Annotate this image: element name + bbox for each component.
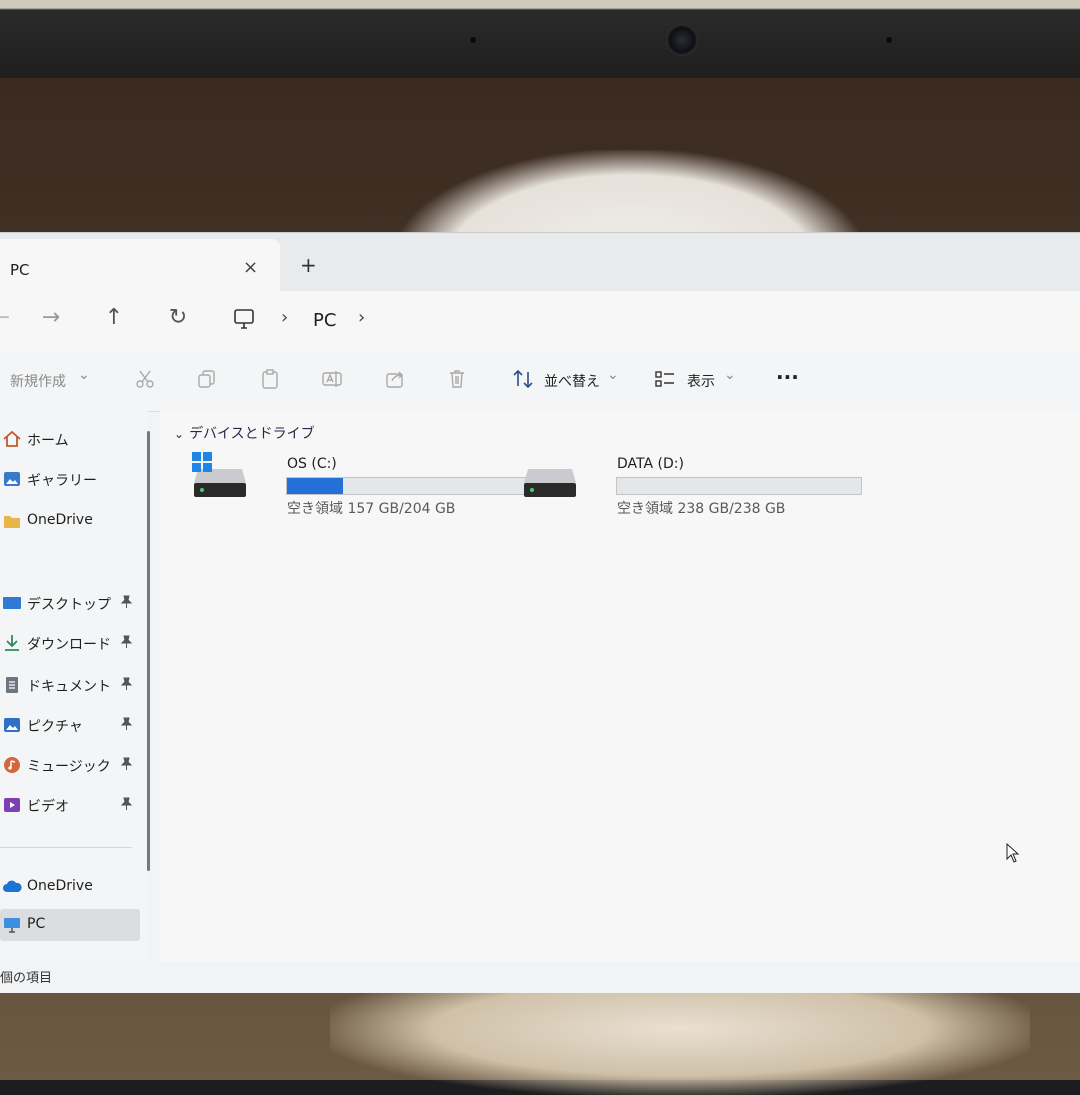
sidebar-item-download[interactable]: ダウンロード xyxy=(0,627,140,659)
command-bar: 新規作成 ⌄ 並べ替え ⌄ 表示 ⌄ ··· xyxy=(0,351,1080,412)
sidebar-item-pc[interactable]: PC xyxy=(0,909,140,941)
copy-icon[interactable] xyxy=(196,368,218,390)
sidebar-item-label: ミュージック xyxy=(27,759,111,775)
sidebar-item-gallery[interactable]: ギャラリー xyxy=(0,463,140,495)
mouse-cursor-icon xyxy=(1006,842,1020,867)
drive-item[interactable]: OS (C:) 空き領域 157 GB/204 GB xyxy=(190,451,532,521)
up-button[interactable]: ↑ xyxy=(99,305,129,330)
new-tab-button[interactable]: + xyxy=(300,253,317,277)
share-icon[interactable] xyxy=(384,368,406,390)
sidebar-item-label: PC xyxy=(27,916,46,932)
laptop-bezel xyxy=(0,0,1080,78)
chevron-down-icon: ⌄ xyxy=(174,427,185,441)
music-icon xyxy=(2,755,22,775)
status-bar: 個の項目 xyxy=(0,961,1080,993)
view-button[interactable]: 表示 xyxy=(687,371,715,391)
sidebar-item-label: ダウンロード xyxy=(27,637,111,653)
paste-icon[interactable] xyxy=(259,368,281,390)
drive-name: DATA (D:) xyxy=(617,456,684,472)
cut-icon[interactable] xyxy=(134,368,156,390)
delete-icon[interactable] xyxy=(446,368,468,390)
sidebar-item-document[interactable]: ドキュメント xyxy=(0,669,140,701)
address-bar: ← → ↑ ↻ › PC › xyxy=(0,291,1080,352)
breadcrumb-pc[interactable]: PC xyxy=(313,310,336,331)
sidebar-item-home[interactable]: ホーム xyxy=(0,423,140,455)
pin-icon[interactable] xyxy=(120,757,133,774)
chevron-down-icon: ⌄ xyxy=(607,367,619,383)
chevron-right-icon[interactable]: › xyxy=(281,307,288,328)
document-icon xyxy=(2,675,22,695)
view-icon[interactable] xyxy=(654,368,676,390)
tab-title: PC xyxy=(10,261,30,279)
drive-free-space: 空き領域 157 GB/204 GB xyxy=(287,501,456,517)
item-count: 個の項目 xyxy=(0,971,53,986)
pin-icon[interactable] xyxy=(120,717,133,734)
sidebar-item-label: OneDrive xyxy=(27,878,93,894)
navigation-pane: ホームギャラリー OneDrive デスクトップ ダウンロード ドキュメント ピクチャミュ… xyxy=(0,411,150,961)
sidebar-item-label: OneDrive xyxy=(27,512,93,528)
back-button[interactable]: ← xyxy=(0,305,16,330)
pc-icon xyxy=(2,915,22,935)
chevron-down-icon: ⌄ xyxy=(724,367,736,383)
tab-pc[interactable]: PC × xyxy=(0,239,280,291)
chevron-down-icon: ⌄ xyxy=(78,367,90,383)
group-header-label: デバイスとドライブ xyxy=(189,426,315,442)
sidebar-item-desktop[interactable]: デスクトップ xyxy=(0,587,140,619)
drive-name: OS (C:) xyxy=(287,456,337,472)
monitor-icon[interactable] xyxy=(232,307,256,335)
sidebar-item-label: デスクトップ xyxy=(27,597,111,613)
sort-button[interactable]: 並べ替え xyxy=(544,371,600,391)
close-icon[interactable]: × xyxy=(243,257,258,278)
sidebar-item-pictures[interactable]: ピクチャ xyxy=(0,709,140,741)
sidebar-item-label: ホーム xyxy=(27,433,69,449)
hard-drive-icon xyxy=(192,452,248,503)
desktop-icon xyxy=(2,593,22,613)
webcam xyxy=(666,24,698,56)
file-explorer-window: PC × + ← → ↑ ↻ › PC › 新規作成 ⌄ 並べ替え ⌄ 表示 ⌄… xyxy=(0,232,1080,993)
pictures-icon xyxy=(2,715,22,735)
chevron-right-icon[interactable]: › xyxy=(358,307,365,328)
sidebar-item-cloud[interactable]: OneDrive xyxy=(0,871,140,903)
group-header-devices[interactable]: ⌄ デバイスとドライブ xyxy=(174,423,315,443)
home-icon xyxy=(2,429,22,449)
sidebar-item-folder[interactable]: OneDrive xyxy=(0,505,140,537)
sensor-dot xyxy=(470,37,476,43)
rename-icon[interactable] xyxy=(321,368,343,390)
sidebar-item-label: ビデオ xyxy=(27,799,69,815)
pin-icon[interactable] xyxy=(120,595,133,612)
drive-usage-bar xyxy=(616,477,862,495)
cloud-icon xyxy=(2,877,22,897)
drive-item[interactable]: DATA (D:) 空き領域 238 GB/238 GB xyxy=(520,451,862,521)
sensor-dot xyxy=(886,37,892,43)
wallpaper-dog-fur xyxy=(330,985,1030,1095)
sidebar-item-video[interactable]: ビデオ xyxy=(0,789,140,821)
gallery-icon xyxy=(2,469,22,489)
sidebar-item-label: ピクチャ xyxy=(27,719,83,735)
refresh-button[interactable]: ↻ xyxy=(163,305,193,330)
download-icon xyxy=(2,633,22,653)
more-options-button[interactable]: ··· xyxy=(776,365,799,389)
tab-bar: PC × + xyxy=(0,233,1080,291)
new-button[interactable]: 新規作成 xyxy=(10,371,66,391)
pin-icon[interactable] xyxy=(120,635,133,652)
folder-icon xyxy=(2,511,22,531)
sidebar-item-label: ドキュメント xyxy=(27,679,111,695)
hard-drive-icon xyxy=(522,459,578,503)
sidebar-item-label: ギャラリー xyxy=(27,473,97,489)
video-icon xyxy=(2,795,22,815)
scrollbar[interactable] xyxy=(147,431,150,871)
pin-icon[interactable] xyxy=(120,797,133,814)
pin-icon[interactable] xyxy=(120,677,133,694)
sort-icon[interactable] xyxy=(512,368,534,390)
content-pane: ⌄ デバイスとドライブ OS (C:) 空き領域 157 GB/204 GB DATA… xyxy=(160,411,1080,961)
sidebar-divider xyxy=(0,847,132,848)
drive-free-space: 空き領域 238 GB/238 GB xyxy=(617,501,786,517)
drive-usage-bar xyxy=(286,477,532,495)
forward-button[interactable]: → xyxy=(36,305,66,330)
sidebar-item-music[interactable]: ミュージック xyxy=(0,749,140,781)
